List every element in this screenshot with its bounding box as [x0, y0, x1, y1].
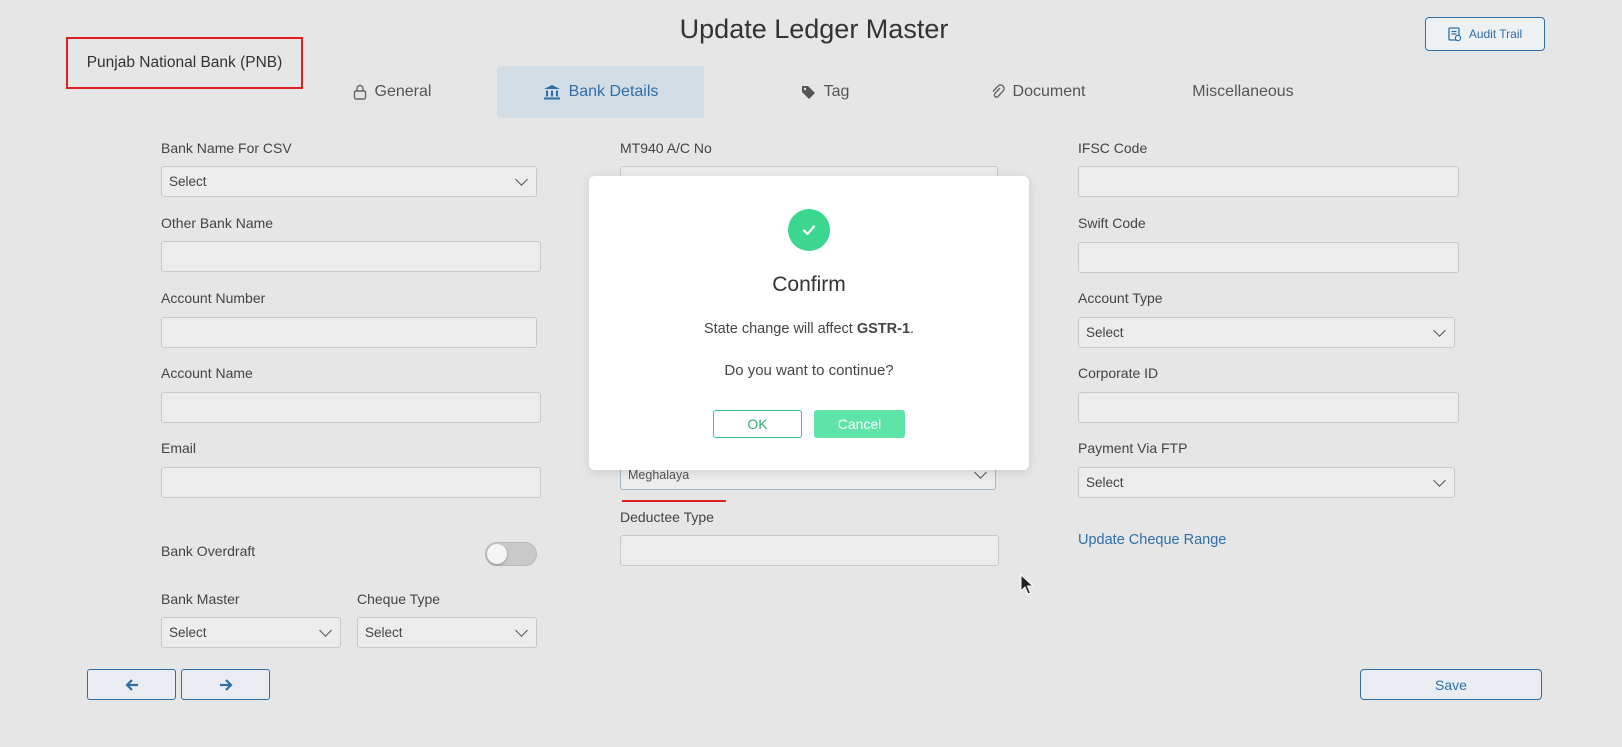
paperclip-icon: [992, 84, 1005, 98]
dialog-message: State change will affect GSTR-1.: [589, 321, 1029, 337]
toggle-knob: [487, 544, 507, 564]
next-button[interactable]: [181, 669, 270, 700]
account-type-label: Account Type: [1078, 290, 1163, 306]
tag-icon: [801, 85, 815, 99]
email-input[interactable]: [161, 467, 541, 498]
ledger-name-label: Punjab National Bank (PNB): [66, 37, 303, 89]
selected-value: Select: [169, 174, 207, 189]
account-name-input[interactable]: [161, 392, 541, 423]
lock-icon: [353, 84, 366, 100]
audit-document-icon: [1448, 26, 1462, 41]
payment-ftp-label: Payment Via FTP: [1078, 440, 1188, 456]
confirm-dialog: Confirm State change will affect GSTR-1.…: [589, 176, 1029, 470]
corporate-id-label: Corporate ID: [1078, 365, 1159, 381]
tab-label: Miscellaneous: [1192, 83, 1294, 100]
state-highlight-underline: [622, 500, 726, 502]
arrow-left-icon: [124, 678, 138, 691]
tab-label: Bank Details: [568, 83, 659, 100]
selected-value: Select: [365, 625, 403, 640]
success-check-icon: [788, 209, 830, 251]
chevron-down-icon: [319, 623, 332, 637]
cheque-type-select[interactable]: Select: [357, 617, 537, 648]
update-cheque-range-link[interactable]: Update Cheque Range: [1078, 532, 1226, 548]
dialog-question: Do you want to continue?: [724, 362, 894, 379]
audit-trail-button[interactable]: Audit Trail: [1425, 17, 1545, 51]
bank-master-label: Bank Master: [161, 591, 240, 607]
bank-name-csv-label: Bank Name For CSV: [161, 140, 292, 156]
swift-label: Swift Code: [1078, 215, 1146, 231]
save-button[interactable]: Save: [1360, 669, 1542, 700]
audit-trail-label: Audit Trail: [1468, 27, 1523, 41]
other-bank-name-input[interactable]: [161, 241, 541, 272]
deductee-type-label: Deductee Type: [620, 509, 714, 525]
bank-overdraft-toggle[interactable]: [485, 542, 537, 566]
chevron-down-icon: [1433, 323, 1446, 337]
swift-input[interactable]: [1078, 242, 1459, 273]
chevron-down-icon: [515, 172, 528, 186]
cheque-type-label: Cheque Type: [357, 591, 441, 607]
message-highlight: GSTR-1: [856, 321, 911, 337]
mt940-label: MT940 A/C No: [620, 140, 712, 156]
payment-ftp-select[interactable]: Select: [1078, 467, 1455, 498]
tab-tag[interactable]: Tag: [770, 66, 880, 118]
cancel-button[interactable]: Cancel: [814, 410, 905, 438]
other-bank-name-label: Other Bank Name: [161, 215, 274, 231]
chevron-down-icon: [515, 623, 528, 637]
ifsc-input[interactable]: [1078, 166, 1459, 197]
tab-bank-details[interactable]: Bank Details: [497, 66, 704, 118]
bank-icon: [543, 85, 560, 100]
selected-value: Select: [1086, 325, 1124, 340]
tab-label: Document: [1012, 83, 1086, 100]
previous-button[interactable]: [87, 669, 176, 700]
bank-master-select[interactable]: Select: [161, 617, 341, 648]
account-name-label: Account Name: [161, 365, 253, 381]
tab-document[interactable]: Document: [968, 66, 1108, 118]
tab-miscellaneous[interactable]: Miscellaneous: [1173, 66, 1313, 118]
tab-general[interactable]: General: [327, 66, 457, 118]
message-suffix: .: [910, 321, 915, 337]
dialog-title: Confirm: [772, 273, 846, 296]
deductee-type-input[interactable]: [620, 535, 999, 566]
ok-button[interactable]: OK: [713, 410, 802, 438]
account-number-label: Account Number: [161, 290, 266, 306]
account-type-select[interactable]: Select: [1078, 317, 1455, 348]
message-prefix: State change will affect: [703, 321, 857, 337]
arrow-right-icon: [219, 678, 233, 691]
selected-value: Meghalaya: [628, 468, 690, 482]
chevron-down-icon: [1433, 473, 1446, 487]
tab-label: Tag: [823, 83, 850, 100]
account-number-input[interactable]: [161, 317, 537, 348]
email-label: Email: [161, 440, 197, 456]
mouse-cursor-icon: [1020, 574, 1035, 595]
selected-value: Select: [169, 625, 207, 640]
ifsc-label: IFSC Code: [1078, 140, 1148, 156]
selected-value: Select: [1086, 475, 1124, 490]
bank-overdraft-label: Bank Overdraft: [161, 543, 256, 559]
corporate-id-input[interactable]: [1078, 392, 1459, 423]
tab-label: General: [374, 83, 432, 100]
bank-name-csv-select[interactable]: Select: [161, 166, 537, 197]
